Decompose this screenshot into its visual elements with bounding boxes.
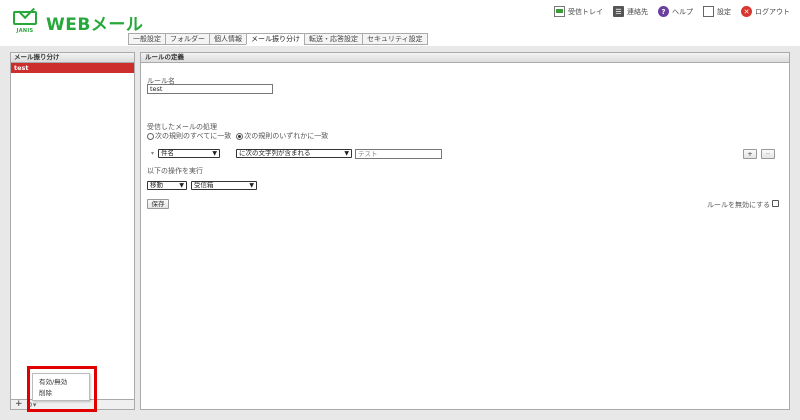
sidebar-heading: メール振り分け bbox=[11, 53, 134, 63]
header: JANIS WEBメール 受信トレイ ☰ 連絡先 ? ヘルプ 設定 ✕ ログアウ… bbox=[0, 0, 800, 46]
logo: JANIS WEBメール bbox=[10, 8, 143, 36]
condition-value-input[interactable]: テスト bbox=[355, 149, 442, 159]
filter-sidebar: メール振り分け test + ⚙▾ bbox=[10, 52, 135, 410]
radio-match-all-label: 次の規則のすべてに一致 bbox=[155, 132, 232, 140]
rule-definition-panel: ルールの定義 ルール名 test 受信したメールの処理 次の規則のすべてに一致 … bbox=[140, 52, 790, 410]
disable-rule-checkbox[interactable] bbox=[772, 200, 779, 207]
disable-rule-label: ルールを無効にする bbox=[707, 201, 771, 209]
rule-name-input[interactable]: test bbox=[147, 84, 273, 94]
chevron-down-icon: ▼ bbox=[212, 150, 217, 157]
contacts-label: 連絡先 bbox=[627, 7, 648, 16]
condition-operator-select[interactable]: に次の文字列が含まれる ▼ bbox=[236, 149, 352, 158]
action-operation-value: 移動 bbox=[150, 181, 163, 189]
action-target-value: 受信箱 bbox=[194, 181, 214, 189]
radio-match-all[interactable] bbox=[147, 132, 154, 140]
sidebar-item-test[interactable]: test bbox=[11, 63, 134, 73]
envelope-logo-icon: JANIS bbox=[10, 8, 40, 36]
tab-folders[interactable]: フォルダー bbox=[165, 33, 209, 45]
contacts-link[interactable]: ☰ 連絡先 bbox=[613, 6, 648, 17]
settings-label: 設定 bbox=[717, 7, 731, 16]
radio-match-any[interactable] bbox=[236, 132, 244, 140]
chevron-down-icon: ▼ bbox=[249, 182, 254, 189]
tab-general[interactable]: 一般設定 bbox=[128, 33, 165, 45]
help-label: ヘルプ bbox=[672, 7, 693, 16]
action-label: 以下の操作を実行 bbox=[147, 167, 203, 175]
inbox-label: 受信トレイ bbox=[568, 7, 603, 16]
logo-small-text: JANIS bbox=[16, 28, 34, 34]
chevron-down-icon: ▼ bbox=[344, 150, 349, 157]
help-icon: ? bbox=[658, 6, 669, 17]
settings-icon bbox=[703, 6, 714, 17]
logout-label: ログアウト bbox=[755, 7, 790, 16]
contacts-icon: ☰ bbox=[613, 6, 624, 17]
logout-icon: ✕ bbox=[741, 6, 752, 17]
tab-mail-filter[interactable]: メール振り分け bbox=[246, 33, 304, 45]
condition-operator-value: に次の文字列が含まれる bbox=[239, 149, 311, 157]
remove-condition-button[interactable]: − bbox=[761, 149, 775, 159]
chevron-down-icon: ▼ bbox=[179, 182, 184, 189]
condition-field-select[interactable]: 件名 ▼ bbox=[158, 149, 220, 158]
expand-arrow-icon[interactable]: ▾ bbox=[151, 150, 154, 157]
action-operation-select[interactable]: 移動 ▼ bbox=[147, 181, 187, 190]
highlight-box bbox=[27, 366, 97, 412]
tab-security[interactable]: セキュリティ設定 bbox=[362, 33, 428, 45]
settings-tabs: 一般設定 フォルダー 個人情報 メール振り分け 転送・応答設定 セキュリティ設定 bbox=[128, 33, 428, 45]
logout-link[interactable]: ✕ ログアウト bbox=[741, 6, 790, 17]
settings-link[interactable]: 設定 bbox=[703, 6, 731, 17]
top-toolbar: 受信トレイ ☰ 連絡先 ? ヘルプ 設定 ✕ ログアウト bbox=[554, 6, 790, 17]
inbox-icon bbox=[554, 6, 565, 17]
tab-forwarding[interactable]: 転送・応答設定 bbox=[304, 33, 362, 45]
radio-match-any-label: 次の規則のいずれかに一致 bbox=[244, 132, 329, 140]
panel-heading: ルールの定義 bbox=[141, 53, 789, 63]
save-button[interactable]: 保存 bbox=[147, 199, 169, 209]
match-radio-group: 次の規則のすべてに一致 次の規則のいずれかに一致 bbox=[147, 131, 328, 141]
tab-personal-info[interactable]: 個人情報 bbox=[209, 33, 246, 45]
add-rule-button[interactable]: + bbox=[15, 400, 23, 409]
inbox-link[interactable]: 受信トレイ bbox=[554, 6, 603, 17]
help-link[interactable]: ? ヘルプ bbox=[658, 6, 693, 17]
add-condition-button[interactable]: + bbox=[743, 149, 757, 159]
condition-field-value: 件名 bbox=[161, 149, 174, 157]
app-title: WEBメール bbox=[46, 15, 144, 35]
action-target-select[interactable]: 受信箱 ▼ bbox=[191, 181, 257, 190]
